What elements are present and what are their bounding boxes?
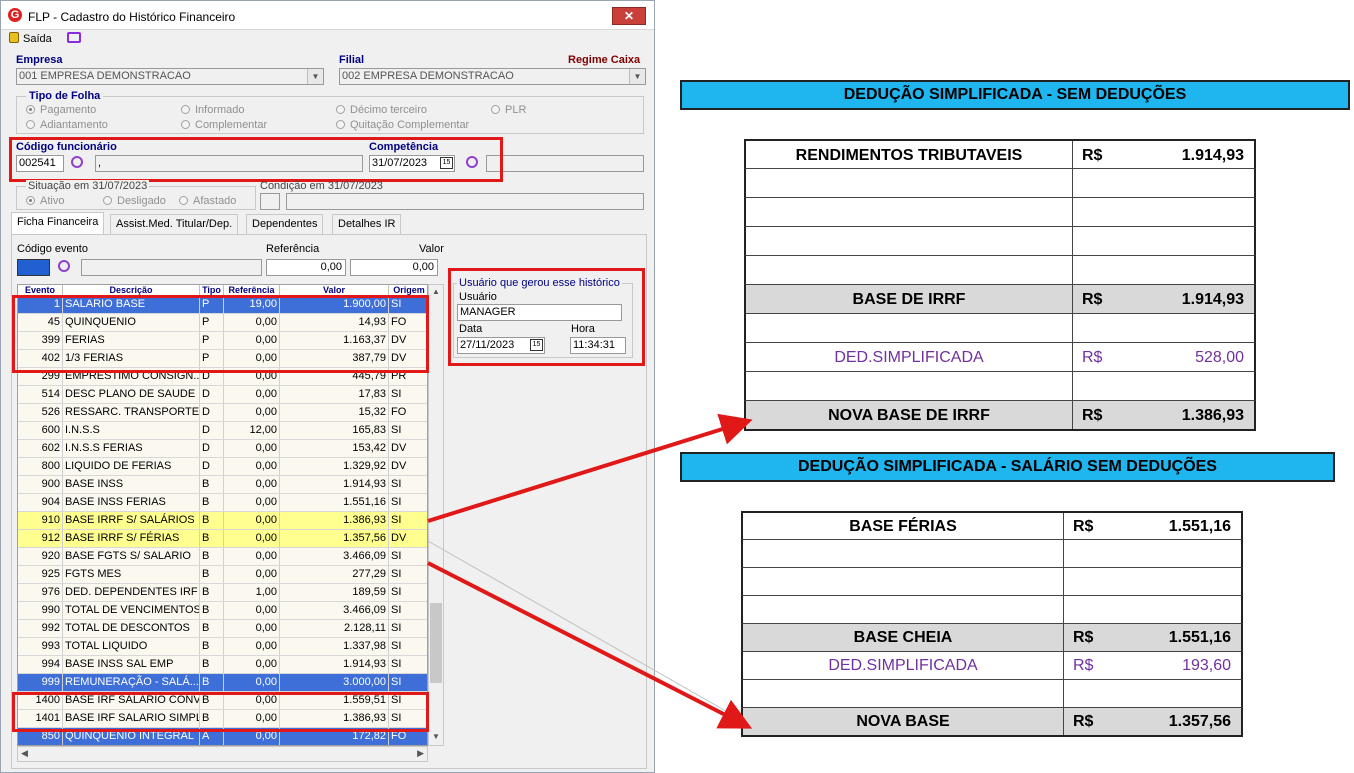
connector-line — [427, 540, 746, 723]
arrow-icon — [427, 413, 753, 523]
arrows-overlay — [427, 413, 753, 729]
arrow-icon — [427, 561, 753, 729]
